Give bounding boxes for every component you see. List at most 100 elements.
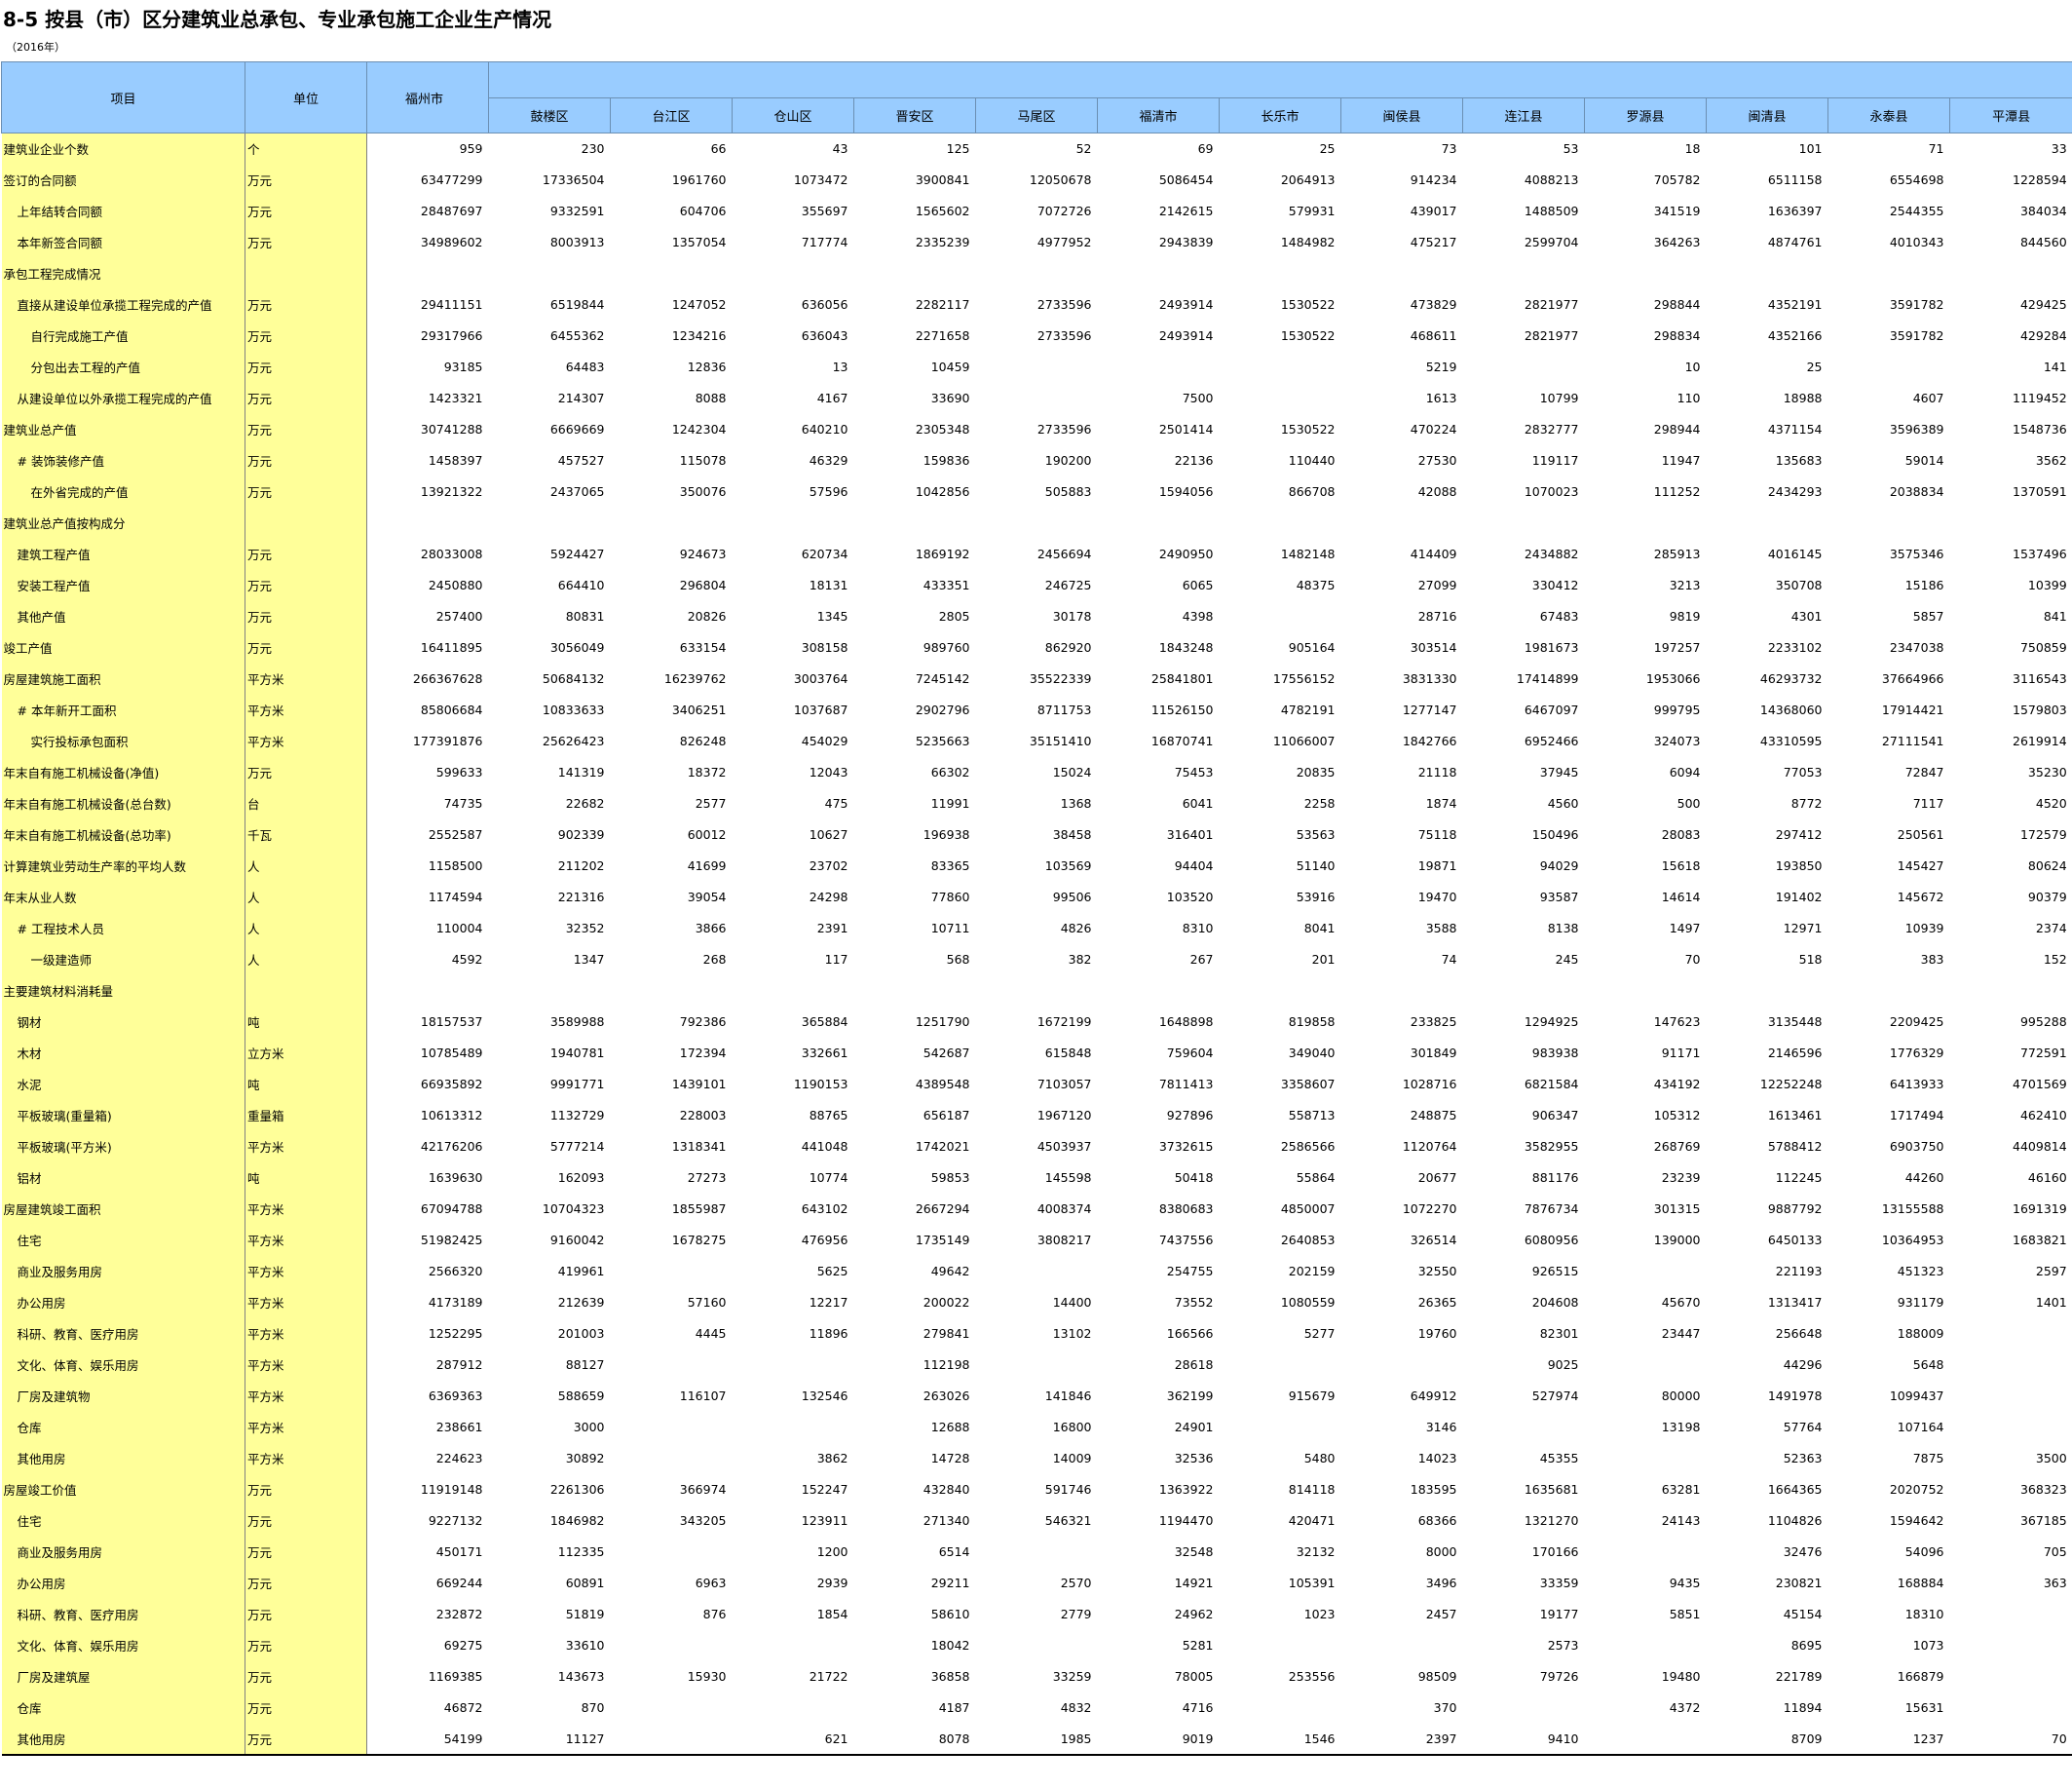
table-row: 自行完成施工产值 万元 29317966 6455362 1234216 636043 22… [1, 320, 2072, 352]
cell-value: 814118 [1288, 1482, 1336, 1497]
cell-value [611, 1412, 733, 1443]
table-row: 安装工程产值 万元 2450880 664410 296804 18131 433351 24… [1, 569, 2072, 601]
cell-value [489, 258, 611, 289]
cell-value [1220, 1630, 1341, 1661]
cell-value: 183595 [1410, 1482, 1457, 1497]
cell-value: 14728 [930, 1451, 970, 1465]
cell-value: 145598 [1044, 1170, 1092, 1185]
cell-value: 4977952 [1036, 235, 1092, 249]
cell-value: 93185 [443, 360, 483, 374]
cell-value [611, 1693, 733, 1724]
cell-value: 64483 [565, 360, 605, 374]
cell-value: 1242304 [671, 422, 727, 437]
header-districts-band [487, 61, 2072, 98]
cell-value: 12252248 [1759, 1077, 1823, 1091]
table-row: 平板玻璃(重量箱) 重量箱 10613312 1132729 228003 88765 65… [1, 1099, 2072, 1131]
cell-value: 196938 [923, 827, 970, 842]
cell-value: 505883 [1044, 484, 1092, 499]
cell-value: 2619914 [2013, 734, 2067, 748]
cell-value: 110004 [435, 921, 483, 935]
cell-value: 57160 [687, 1295, 727, 1310]
cell-value: 2667294 [915, 1201, 970, 1216]
cell-value: 221316 [557, 890, 605, 904]
cell-value: 527974 [1531, 1389, 1579, 1403]
cell-value: 382 [1068, 952, 1092, 967]
cell-value: 1594056 [1158, 484, 1214, 499]
cell-value: 579931 [1288, 204, 1336, 218]
cell-value: 2552587 [428, 827, 483, 842]
cell-value: 621 [732, 1723, 854, 1756]
cell-value: 15186 [1904, 578, 1944, 592]
row-unit: 人 [245, 850, 367, 882]
header-district: 平潭县 [1948, 97, 2072, 133]
cell-value: 51140 [1296, 858, 1336, 873]
cell-value: 4371154 [1767, 422, 1823, 437]
cell-value: 6065 [1182, 578, 1214, 592]
table-body: 建筑业企业个数个 959 230 66 43 125 52 69 25 73 53 18 101 71 33… [1, 133, 2072, 1756]
cell-value: 1579803 [2013, 703, 2067, 717]
cell-value: 1636397 [1767, 204, 1823, 218]
cell-value: 11526150 [1150, 703, 1214, 717]
row-label: 文化、体育、娱乐用房 [1, 1349, 245, 1381]
cell-value: 705782 [1653, 172, 1701, 187]
cell-value: 6903750 [1889, 1139, 1944, 1154]
cell-value: 4173189 [428, 1295, 483, 1310]
cell-value: 11896 [809, 1326, 848, 1341]
row-label: 科研、教育、医疗用房 [1, 1317, 245, 1350]
cell-value [1220, 383, 1341, 414]
table-row: 建筑业总产值 万元 30741288 6669669 1242304 640210 2305… [1, 413, 2072, 445]
cell-value: 2347038 [1889, 640, 1944, 655]
cell-value: 37664966 [1881, 671, 1944, 686]
cell-value [1584, 1723, 1707, 1756]
cell-value: 2577 [695, 796, 727, 811]
row-label: 分包出去工程的产值 [1, 351, 245, 383]
row-unit: 平方米 [245, 1255, 367, 1287]
cell-value: 419961 [557, 1264, 605, 1278]
cell-value: 111252 [1653, 484, 1701, 499]
cell-value [1950, 258, 2072, 289]
cell-value: 85806684 [420, 703, 483, 717]
cell-value: 29411151 [420, 297, 483, 312]
cell-value: 1234216 [671, 328, 727, 343]
cell-value: 27111541 [1881, 734, 1944, 748]
cell-value: 1247052 [671, 297, 727, 312]
cell-value: 263026 [923, 1389, 970, 1403]
cell-value: 80624 [2027, 858, 2067, 873]
cell-value: 1613461 [1767, 1108, 1823, 1122]
cell-value [1585, 1630, 1707, 1661]
cell-value: 132546 [801, 1389, 848, 1403]
cell-value: 649912 [1410, 1389, 1457, 1403]
cell-value: 591746 [1044, 1482, 1092, 1497]
cell-value [1828, 352, 1950, 383]
cell-value: 568 [946, 952, 970, 967]
cell-value: 32550 [1417, 1264, 1457, 1278]
cell-value: 27099 [1417, 578, 1457, 592]
row-label: 住宅 [1, 1224, 245, 1256]
cell-value [1341, 508, 1463, 539]
cell-value: 1132729 [549, 1108, 605, 1122]
cell-value: 1104826 [1767, 1513, 1823, 1528]
cell-value: 1548736 [2013, 422, 2067, 437]
cell-value [611, 1630, 733, 1661]
cell-value: 16800 [1052, 1420, 1092, 1434]
cell-value: 995288 [2019, 1014, 2067, 1029]
page-title: 8-5 按县（市）区分建筑业总承包、专业承包施工企业生产情况 [3, 8, 552, 31]
cell-value: 1639630 [428, 1170, 483, 1185]
cell-value: 7103057 [1036, 1077, 1092, 1091]
cell-value: 50684132 [542, 671, 605, 686]
cell-value: 25 [1319, 141, 1336, 157]
cell-value: 3575346 [1889, 547, 1944, 561]
row-label: 一级建造师 [1, 943, 245, 975]
cell-value: 1318341 [671, 1139, 727, 1154]
row-unit: 万元 [245, 1629, 367, 1661]
cell-value: 2233102 [1767, 640, 1823, 655]
cell-value: 10704323 [542, 1201, 605, 1216]
row-unit: 万元 [245, 444, 367, 476]
cell-value: 10627 [809, 827, 848, 842]
cell-value [1220, 1693, 1341, 1724]
cell-value: 12836 [687, 360, 727, 374]
cell-value: 1363922 [1158, 1482, 1214, 1497]
cell-value: 245 [1555, 952, 1579, 967]
cell-value: 1691319 [2013, 1201, 2067, 1216]
table-row: 其他产值 万元 257400 80831 20826 1345 2805 30178 4398 2… [1, 600, 2072, 632]
